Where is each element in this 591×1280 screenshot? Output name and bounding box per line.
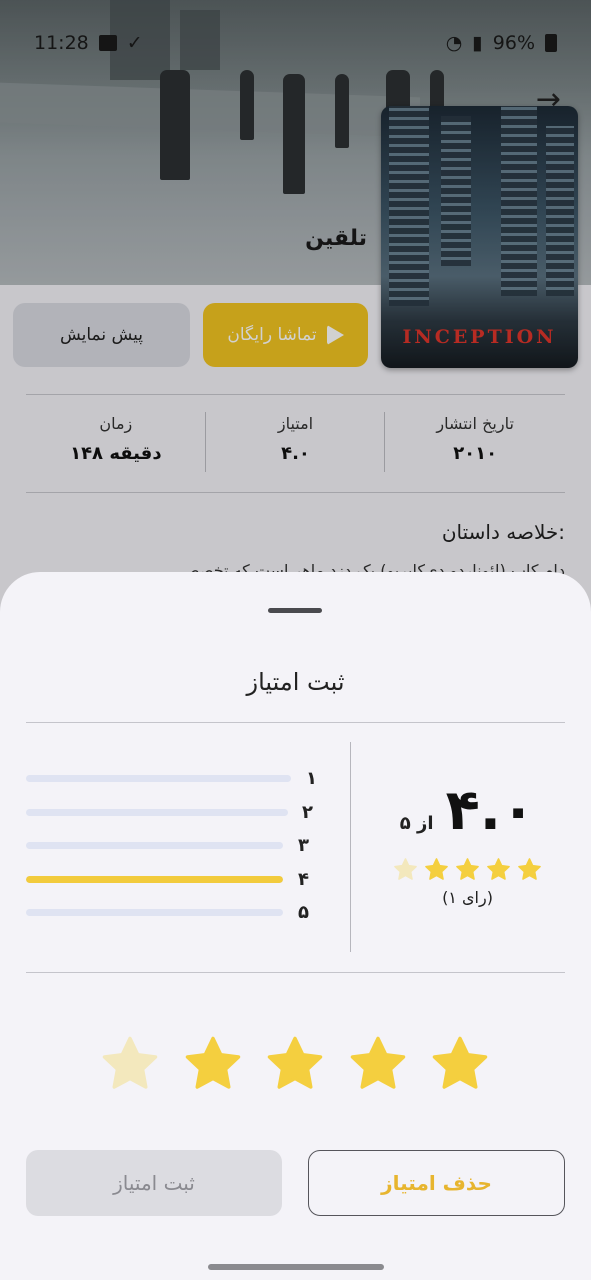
home-indicator[interactable] — [208, 1264, 384, 1270]
distribution-label: ۳ — [298, 835, 309, 857]
delete-rating-button[interactable]: حذف امتیاز — [308, 1150, 565, 1216]
distribution-label: ۱ — [306, 768, 317, 790]
star-filled-icon[interactable] — [183, 1034, 243, 1094]
vertical-divider — [350, 742, 351, 952]
vote-count: (۱ رای) — [442, 888, 493, 907]
star-filled-icon[interactable] — [265, 1034, 325, 1094]
distribution-bar-track — [26, 808, 288, 816]
distribution-bar-fill — [26, 875, 283, 883]
star-empty-icon[interactable] — [100, 1034, 160, 1094]
distribution-label: ۴ — [298, 868, 309, 890]
star-filled-icon — [486, 857, 511, 882]
distribution-label: ۵ — [298, 902, 309, 924]
star-filled-icon — [455, 857, 480, 882]
distribution-bar-track — [26, 909, 283, 917]
divider — [26, 722, 565, 723]
star-filled-icon — [517, 857, 542, 882]
score-summary: ۴.۰ از ۵ (۱ رای) — [370, 778, 565, 907]
distribution-row: ۲ — [26, 796, 326, 830]
star-filled-icon[interactable] — [430, 1034, 490, 1094]
distribution-bar-track — [26, 875, 283, 883]
score-max: از ۵ — [399, 813, 434, 834]
rating-bottom-sheet: ثبت امتیاز ۱ ۲ ۳ ۴ ۵ ۴.۰ از ۵ (۱ رای) ثبت ام… — [0, 572, 591, 1280]
rating-distribution: ۱ ۲ ۳ ۴ ۵ — [26, 762, 326, 930]
distribution-bar-track — [26, 775, 291, 783]
average-score: ۴.۰ — [445, 778, 536, 843]
star-filled-icon — [424, 857, 449, 882]
distribution-row: ۵ — [26, 896, 326, 930]
distribution-label: ۲ — [302, 801, 313, 823]
star-filled-icon[interactable] — [348, 1034, 408, 1094]
sheet-drag-handle[interactable] — [268, 608, 322, 613]
distribution-row: ۳ — [26, 829, 326, 863]
distribution-row: ۱ — [26, 762, 326, 796]
distribution-row: ۴ — [26, 863, 326, 897]
distribution-bar-track — [26, 842, 283, 850]
submit-rating-button[interactable]: ثبت امتیاز — [26, 1150, 282, 1216]
star-empty-icon — [393, 857, 418, 882]
average-stars — [370, 857, 565, 882]
divider — [26, 972, 565, 973]
star-rating-input[interactable] — [100, 1034, 490, 1094]
sheet-title: ثبت امتیاز — [246, 668, 345, 696]
